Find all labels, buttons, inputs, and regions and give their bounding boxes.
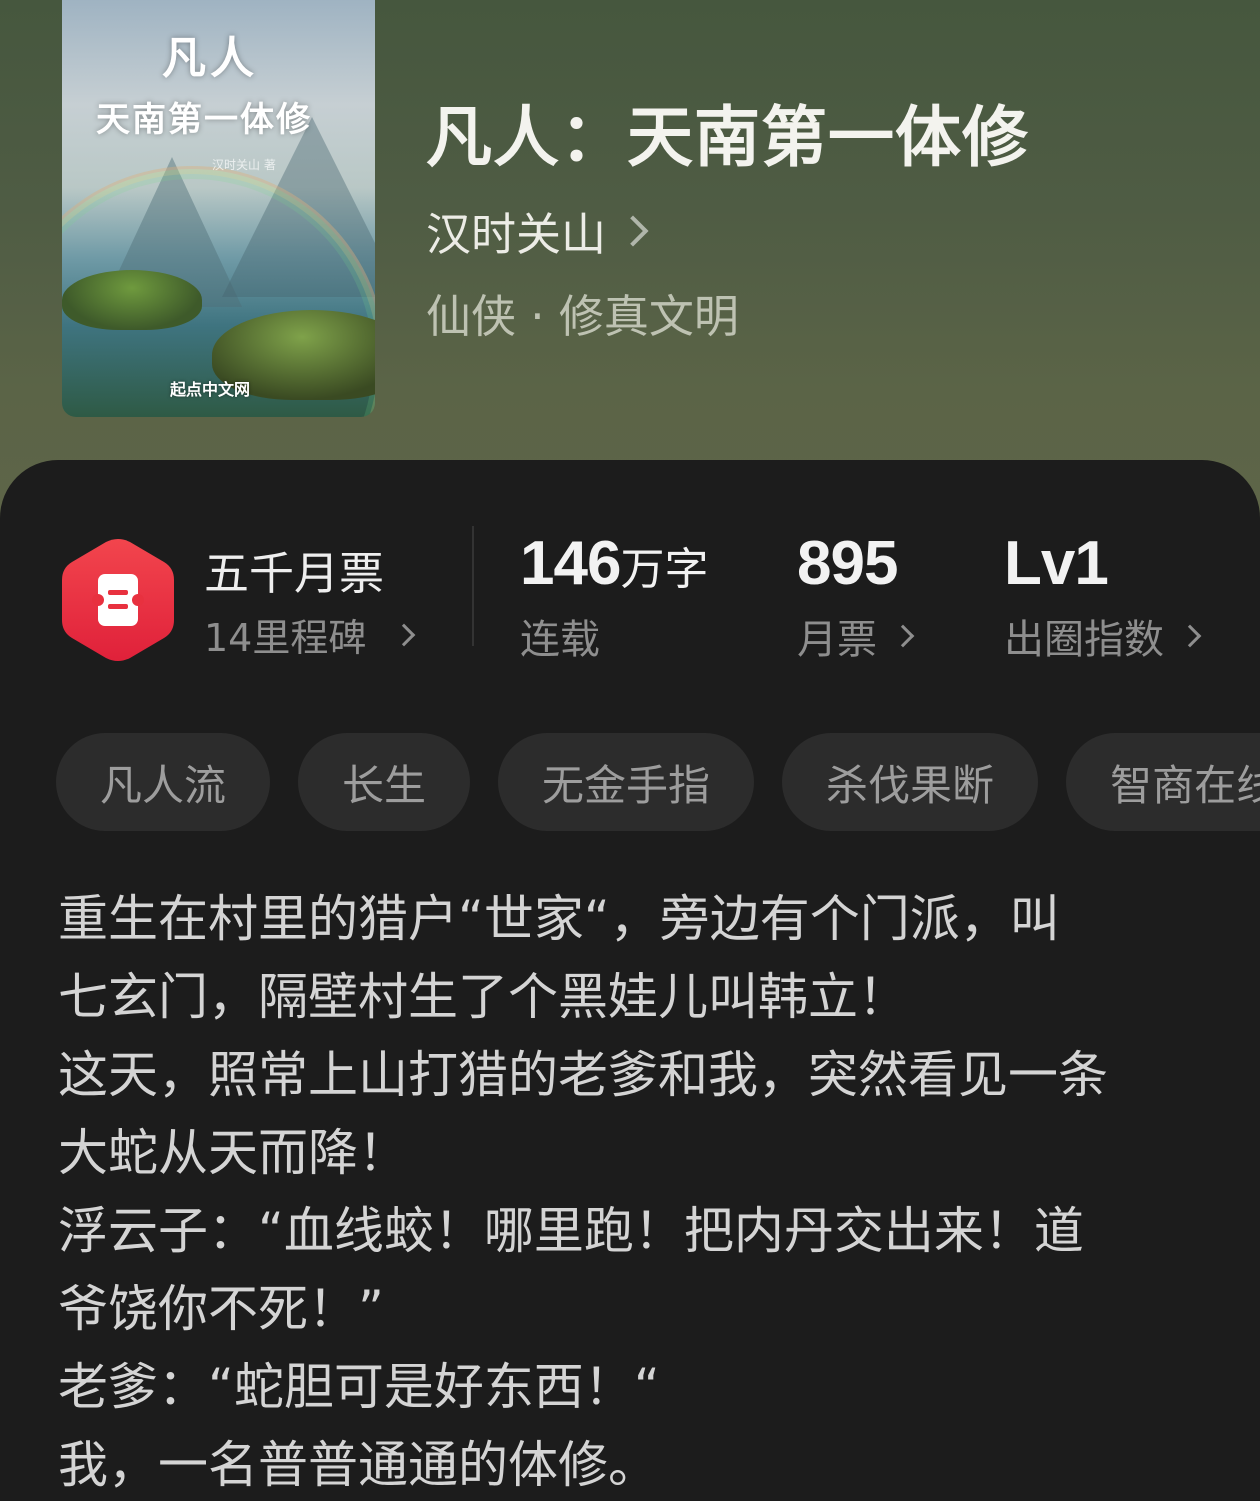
popularity-label: 出圈指数 — [1004, 617, 1164, 663]
cover-title-line1: 凡人 — [162, 33, 258, 84]
serial-status: 连载 — [520, 617, 600, 663]
chevron-right-icon — [891, 624, 915, 648]
word-count-number: 146 — [520, 529, 621, 598]
chevron-right-icon — [617, 214, 649, 247]
cover-title-line2: 天南第一体修 — [96, 100, 312, 140]
monthly-ticket-label: 月票 — [797, 617, 877, 663]
cover-publisher: 起点中文网 — [170, 380, 251, 399]
book-genre: 仙侠 · 修真文明 — [426, 290, 739, 343]
author-name: 汉时关山 — [426, 208, 607, 261]
cover-island — [62, 270, 202, 330]
tag-list: 凡人流 长生 无金手指 杀伐果断 智商在线 — [56, 733, 1260, 831]
word-count-unit: 万字 — [620, 544, 709, 595]
tag-chip[interactable]: 凡人流 — [56, 733, 271, 831]
milestone-title: 五千月票 — [204, 547, 385, 600]
stats-divider — [472, 526, 474, 646]
ticket-icon[interactable] — [62, 538, 174, 662]
tag-chip[interactable]: 无金手指 — [498, 733, 755, 831]
milestone-subtitle: 14里程碑 — [204, 616, 367, 660]
milestone-link[interactable]: 14里程碑 — [204, 607, 416, 662]
tag-chip[interactable]: 长生 — [298, 733, 471, 831]
book-cover[interactable]: 凡人 天南第一体修 汉时关山 著 起点中文网 — [62, 0, 375, 417]
chevron-right-icon — [393, 623, 416, 646]
word-count-stat: 146万字 连载 — [520, 528, 708, 665]
tag-chip[interactable]: 智商在线 — [1066, 733, 1260, 831]
popularity-level: Lv1 — [1004, 529, 1109, 598]
tag-chip[interactable]: 杀伐果断 — [782, 733, 1039, 831]
monthly-ticket-stat[interactable]: 895 月票 — [797, 528, 915, 665]
monthly-ticket-number: 895 — [797, 529, 898, 598]
author-link[interactable]: 汉时关山 — [426, 198, 649, 263]
popularity-stat[interactable]: Lv1 出圈指数 — [1004, 528, 1202, 665]
cover-author: 汉时关山 著 — [212, 158, 276, 172]
book-synopsis[interactable]: 重生在村里的猎户“世家“，旁边有个门派，叫 七玄门，隔壁村生了个黑娃儿叫韩立！ … — [58, 880, 1208, 1501]
book-title: 凡人：天南第一体修 — [426, 98, 1029, 176]
chevron-right-icon — [1178, 624, 1202, 648]
